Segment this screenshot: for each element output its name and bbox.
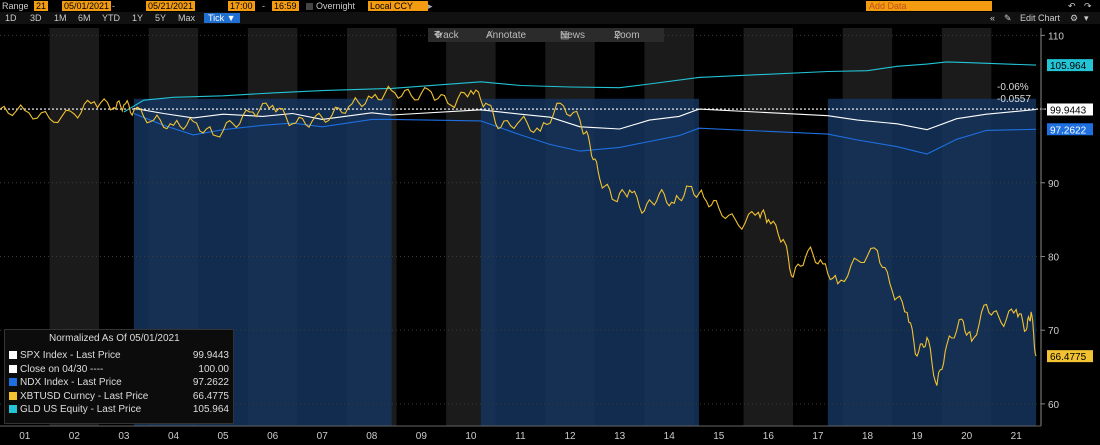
settings-icon[interactable]: ⚙ [1070,13,1078,23]
period-1d[interactable]: 1D [5,13,17,23]
currency-select[interactable]: Local CCY [368,1,428,11]
x-tick-label: 15 [713,431,725,442]
period-5y[interactable]: 5Y [155,13,166,23]
pct-change-annotation: -0.06% [997,82,1029,93]
range-toolbar: Range 21 05/01/2021 - 05/21/2021 17:00 -… [0,0,1100,12]
legend-title: Normalized As Of 05/01/2021 [49,333,180,344]
legend-label: SPX Index - Last Price [20,350,121,361]
news-label: News [560,30,586,41]
legend-value: 100.00 [198,363,229,375]
redo-icon[interactable]: ↷ [1084,1,1092,11]
x-tick-label: 08 [366,431,378,442]
end-date-field[interactable]: 05/21/2021 [146,1,196,11]
x-tick-label: 11 [515,431,526,442]
x-tick-label: 03 [118,431,130,442]
undo-icon[interactable]: ↶ [1068,1,1076,11]
x-tick-label: 21 [1011,431,1023,442]
y-tick-label: 110 [1048,31,1064,42]
add-data-input[interactable]: Add Data [866,1,992,11]
edit-icon[interactable]: ✎ [1004,13,1012,23]
value-tag-label: 99.9443 [1050,105,1087,116]
chart-tool-bar: ✥ Track ⟋ Annotate ▤ News ⚲ Zoom [428,28,664,42]
x-tick-label: 04 [168,431,180,442]
x-tick-label: 12 [565,431,577,442]
overnight-label: Overnight [316,1,356,11]
legend-label: XBTUSD Curncy - Last Price [20,390,149,402]
start-date-field[interactable]: 05/01/2021 [62,1,112,11]
range-number-field[interactable]: 21 [34,1,49,11]
x-tick-label: 07 [317,431,329,442]
legend-value: 66.4775 [192,390,229,402]
period-toolbar: 1D 3D 1M 6M YTD 1Y 5Y Max Tick ▼ « ✎ Edi… [0,12,1100,24]
x-tick-label: 06 [267,431,279,442]
legend-item[interactable]: XBTUSD Curncy - Last Price [9,391,148,403]
x-tick-label: 10 [465,431,477,442]
day-band [743,28,794,426]
legend-item[interactable]: NDX Index - Last Price [9,377,122,389]
legend-item[interactable]: SPX Index - Last Price [9,350,121,362]
legend-swatch [9,405,17,413]
x-tick-label: 16 [763,431,775,442]
x-tick-label: 02 [69,431,81,442]
legend-label: Close on 04/30 ---- [20,363,104,375]
period-1m[interactable]: 1M [54,13,67,23]
legend-swatch [9,364,17,373]
legend-swatch [9,351,17,359]
x-tick-label: 17 [812,431,824,442]
x-tick-label: 01 [19,431,31,442]
overnight-checkbox[interactable] [306,3,313,10]
x-tick-label: 19 [912,431,924,442]
y-tick-label: 80 [1048,252,1060,263]
period-6m[interactable]: 6M [78,13,91,23]
edit-chart-button[interactable]: Edit Chart [1020,13,1060,23]
x-tick-label: 09 [416,431,428,442]
legend-panel: Normalized As Of 05/01/2021 SPX Index - … [4,329,234,424]
period-ytd[interactable]: YTD [102,13,120,23]
legend-swatch [9,391,17,400]
x-tick-label: 14 [664,431,676,442]
period-3d[interactable]: 3D [30,13,42,23]
y-tick-label: 70 [1048,326,1060,337]
period-max[interactable]: Max [178,13,195,23]
time-dash: - [262,1,265,11]
legend-item[interactable]: Close on 04/30 ---- [9,364,103,376]
value-tag-label: 97.2622 [1050,125,1087,136]
legend-label: NDX Index - Last Price [20,377,122,388]
trading-session-shade [827,98,1037,426]
value-tag-label: 105.964 [1050,61,1087,72]
y-tick-label: 60 [1048,400,1060,411]
legend-item[interactable]: GLD US Equity - Last Price [9,404,141,416]
more-options-icon[interactable]: ▾ [1084,13,1089,23]
legend-value: 97.2622 [192,377,229,388]
currency-dropdown-icon[interactable]: ▸ [428,1,433,11]
start-time-field[interactable]: 17:00 [228,1,255,11]
legend-label: GLD US Equity - Last Price [20,404,142,415]
tick-dropdown-button[interactable]: Tick ▼ [204,13,240,23]
end-time-field[interactable]: 16:59 [272,1,299,11]
value-tag-label: 66.4775 [1050,352,1087,363]
track-label: Track [434,30,459,41]
day-band [694,28,744,426]
y-tick-label: 90 [1048,179,1060,190]
collapse-icon[interactable]: « [990,13,995,23]
x-tick-label: 13 [614,431,626,442]
abs-change-annotation: -0.0557 [997,94,1031,105]
x-tick-label: 20 [961,431,973,442]
date-dash: - [112,1,115,11]
legend-value: 99.9443 [192,350,229,361]
legend-swatch [9,378,17,386]
x-tick-label: 05 [218,431,230,442]
annotate-label: Annotate [486,30,527,41]
zoom-label: Zoom [614,30,640,41]
legend-value: 105.964 [192,404,229,415]
x-tick-label: 18 [862,431,874,442]
period-1y[interactable]: 1Y [132,13,143,23]
range-label: Range [2,1,29,11]
